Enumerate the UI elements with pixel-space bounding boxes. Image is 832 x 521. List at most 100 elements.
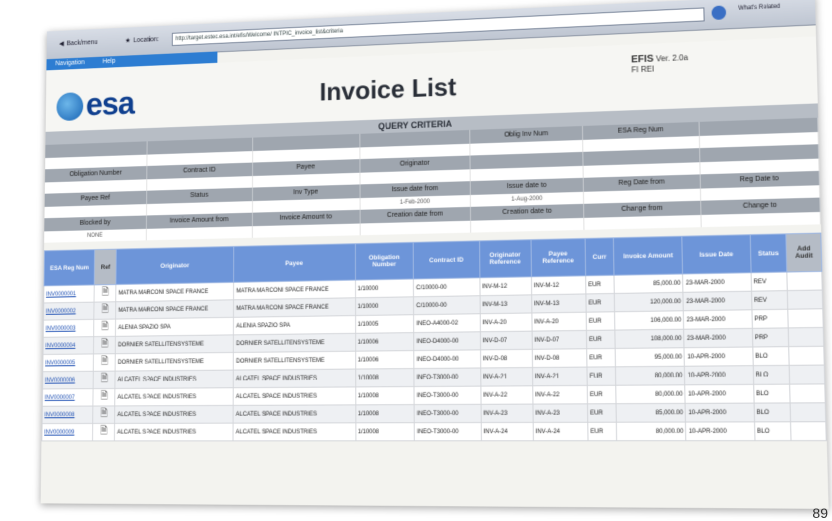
column-header[interactable]: Issue Date: [682, 235, 750, 274]
table-cell: DORNIER SATELLITENSYSTEME: [116, 335, 234, 354]
document-icon[interactable]: 🗎: [94, 319, 116, 337]
table-cell: INV-A-23: [481, 404, 533, 422]
table-cell: INV-A-20: [532, 312, 587, 331]
table-cell: 80,000.00: [616, 422, 686, 441]
table-cell: INV-D-07: [480, 331, 532, 350]
query-input-field[interactable]: [252, 223, 360, 237]
column-header[interactable]: Payee: [234, 244, 355, 283]
document-icon[interactable]: 🗎: [93, 406, 115, 424]
column-header[interactable]: Curr: [585, 238, 614, 276]
address-bar[interactable]: http://target.estec.esa.int/efis/Welcome…: [172, 7, 705, 46]
document-icon[interactable]: 🗎: [94, 285, 116, 303]
column-header[interactable]: Originator Reference: [479, 240, 531, 278]
query-input-field[interactable]: [471, 218, 585, 233]
table-cell: 120,000.00: [614, 292, 683, 311]
whats-related-button[interactable]: What's Related: [738, 4, 780, 12]
table-cell: 1/10000: [355, 297, 414, 316]
table-cell: 80,000.00: [616, 366, 686, 385]
document-icon[interactable]: 🗎: [93, 371, 115, 389]
table-cell: EUR: [586, 312, 615, 331]
table-cell: INV-A-23: [533, 404, 588, 423]
invoice-link[interactable]: INV0000007: [42, 389, 93, 407]
back-button[interactable]: ◀ Back/menu: [59, 35, 98, 50]
document-icon[interactable]: 🗎: [94, 354, 116, 372]
table-cell: ALCATEL SPACE INDUSTRIES: [233, 423, 355, 441]
table-cell: INV-M-13: [531, 294, 586, 313]
back-arrow-icon: ◀: [59, 40, 64, 48]
invoice-link[interactable]: INV0000009: [42, 423, 93, 440]
table-cell: 1/10000: [355, 279, 414, 298]
table-row: INV0000008 🗎 ALCATEL SPACE INDUSTRIES ALCAT…: [42, 403, 826, 424]
table-row: INV0000009 🗎 ALCATEL SPACE INDUSTRIES ALCAT…: [42, 422, 826, 441]
invoice-link[interactable]: INV0000001: [44, 285, 95, 303]
page-title: Invoice List: [320, 72, 457, 108]
invoice-link[interactable]: INV0000006: [43, 371, 94, 389]
table-cell: INEO-A4000-02: [414, 314, 480, 333]
document-icon[interactable]: 🗎: [94, 302, 116, 320]
invoice-link[interactable]: INV0000002: [44, 302, 95, 320]
table-cell: [789, 365, 824, 384]
table-cell: INEO-T3000-00: [414, 404, 480, 422]
table-cell: EUR: [587, 348, 616, 367]
table-cell: INEO-D4000-00: [414, 332, 480, 351]
invoice-link[interactable]: INV0000003: [43, 319, 94, 337]
table-cell: EUR: [587, 385, 616, 404]
table-cell: INV-A-22: [532, 385, 587, 404]
table-cell: EUR: [587, 367, 616, 386]
column-header[interactable]: Add Audit: [786, 233, 822, 272]
table-cell: 23-MAR-2000: [684, 310, 752, 329]
query-input-field[interactable]: [147, 226, 252, 240]
system-info: EFIS Ver. 2.0a FI REI: [631, 52, 688, 74]
column-header[interactable]: Invoice Amount: [614, 236, 683, 275]
table-cell: MATRA MARCONI SPACE FRANCE: [234, 298, 355, 318]
table-cell: INV-M-13: [480, 295, 532, 314]
invoice-link[interactable]: INV0000008: [42, 406, 93, 424]
column-header[interactable]: Ref: [95, 249, 117, 285]
invoice-link[interactable]: INV0000004: [43, 337, 94, 355]
table-cell: [788, 309, 823, 328]
table-cell: C/10000-00: [414, 278, 480, 297]
table-cell: 108,000.00: [615, 329, 684, 348]
column-header[interactable]: Originator: [116, 246, 234, 284]
table-cell: PRP: [752, 309, 789, 328]
location-label: ★ Location:: [125, 33, 159, 48]
document-icon[interactable]: 🗎: [93, 388, 115, 406]
table-cell: 10-APR-2000: [684, 347, 752, 366]
column-header[interactable]: Obligation Number: [355, 242, 414, 280]
table-cell: REV: [751, 272, 788, 291]
query-input-field[interactable]: [360, 221, 471, 236]
table-cell: 10-APR-2000: [685, 366, 753, 385]
invoice-link[interactable]: INV0000005: [43, 354, 94, 372]
table-cell: 1/10008: [355, 387, 414, 405]
table-cell: PRP: [752, 328, 789, 347]
table-cell: ALENIA SPAZIO SPA: [234, 316, 355, 335]
table-cell: BLO: [752, 347, 789, 366]
back-label: Back/menu: [67, 39, 98, 47]
table-cell: BLO: [753, 365, 790, 384]
query-input-field[interactable]: [701, 212, 821, 227]
table-cell: 1/10005: [355, 315, 414, 334]
table-cell: ALCATEL SPACE INDUSTRIES: [234, 387, 356, 405]
table-cell: 23-MAR-2000: [683, 291, 751, 311]
column-header[interactable]: Payee Reference: [531, 238, 586, 276]
table-cell: DORNIER SATELLITENSYSTEME: [234, 333, 355, 352]
table-cell: INV-A-22: [480, 386, 532, 405]
table-cell: BLO: [754, 403, 791, 422]
table-cell: INV-M-12: [531, 276, 586, 295]
document-icon[interactable]: 🗎: [94, 336, 116, 354]
invoice-table: ESA Reg Num Ref Originator Payee Obligation …: [41, 233, 826, 442]
table-cell: INV-A-21: [480, 368, 532, 387]
table-cell: INEO-T3000-00: [414, 368, 480, 387]
table-cell: 106,000.00: [615, 311, 684, 330]
column-header[interactable]: ESA Reg Num: [44, 250, 95, 286]
column-header[interactable]: Status: [750, 234, 787, 273]
table-cell: INV-A-24: [533, 422, 588, 440]
document-icon[interactable]: 🗎: [93, 423, 115, 441]
query-input-field[interactable]: NONE: [44, 229, 147, 243]
table-cell: 1/10006: [355, 333, 414, 352]
query-input-field[interactable]: [585, 215, 702, 230]
table-cell: 1/10008: [355, 405, 414, 423]
column-header[interactable]: Contract ID: [413, 241, 479, 279]
table-cell: EUR: [586, 293, 615, 312]
table-cell: INV-D-07: [532, 330, 587, 349]
